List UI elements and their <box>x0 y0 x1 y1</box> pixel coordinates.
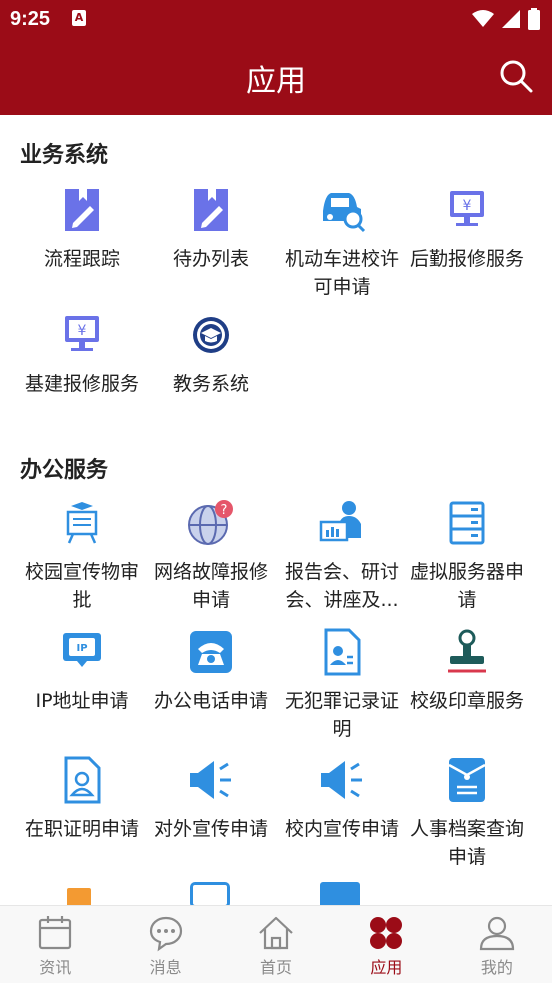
person-icon <box>479 916 514 951</box>
svg-text:IP: IP <box>76 643 87 654</box>
app-tile-employment-certificate[interactable]: 在职证明申请 <box>17 755 147 843</box>
server-icon <box>449 501 485 545</box>
app-label: 教务系统 <box>172 373 249 395</box>
search-icon[interactable] <box>498 58 534 94</box>
app-label: 校园宣传物审批 <box>24 561 139 611</box>
status-time: 9:25 <box>10 8 51 30</box>
apps-grid-icon <box>370 917 403 949</box>
partial-app-icon <box>190 882 230 905</box>
tab-label: 应用 <box>370 958 403 977</box>
pen-document-icon <box>65 189 99 231</box>
app-tile-network-repair[interactable]: ? 网络故障报修申请 <box>146 498 276 614</box>
app-label: 办公电话申请 <box>153 690 268 712</box>
chat-bubble-icon <box>149 916 182 952</box>
wifi-icon <box>472 10 494 27</box>
app-label: 待办列表 <box>172 248 249 270</box>
home-icon <box>259 916 293 950</box>
telephone-icon <box>190 631 232 673</box>
app-label: 基建报修服务 <box>24 373 139 395</box>
page-title: 应用 <box>246 64 306 99</box>
tab-label: 首页 <box>260 958 293 977</box>
monitor-yen-icon: ¥ <box>450 191 484 226</box>
app-label: 后勤报修服务 <box>409 248 524 270</box>
app-tile-logistics-repair[interactable]: ¥ 后勤报修服务 <box>402 185 532 273</box>
tab-label: 资讯 <box>39 958 72 977</box>
person-document-icon <box>64 756 101 804</box>
app-tile-lecture-application[interactable]: 报告会、研讨会、讲座及... <box>277 498 407 614</box>
bottom-tab-bar: 资讯 消息 首页 应用 我的 <box>0 905 552 983</box>
app-tile-office-phone[interactable]: 办公电话申请 <box>146 627 276 715</box>
system-indicators <box>472 8 540 30</box>
app-label: 虚拟服务器申请 <box>409 561 524 611</box>
stamp-icon <box>448 629 486 673</box>
app-label: 校级印章服务 <box>409 690 524 712</box>
partial-app-icon <box>67 888 91 905</box>
partial-app-icon <box>320 882 360 905</box>
tab-label: 消息 <box>149 958 182 977</box>
car-search-icon <box>323 193 366 233</box>
globe-question-icon: ? <box>188 500 233 545</box>
app-tile-school-seal[interactable]: 校级印章服务 <box>402 627 532 715</box>
monitor-yen-icon: ¥ <box>65 316 99 351</box>
presenter-icon <box>319 501 361 542</box>
app-tile-virtual-server[interactable]: 虚拟服务器申请 <box>402 498 532 614</box>
tab-label: 我的 <box>480 958 513 977</box>
app-label: 在职证明申请 <box>24 818 139 840</box>
app-label: IP地址申请 <box>35 690 129 712</box>
megaphone-icon <box>321 761 362 799</box>
app-label: 校内宣传申请 <box>284 818 399 840</box>
tab-news[interactable]: 资讯 <box>0 906 110 983</box>
app-tile-process-tracking[interactable]: 流程跟踪 <box>17 185 147 273</box>
section-title-office: 办公服务 <box>20 458 109 483</box>
app-tile-todo-list[interactable]: 待办列表 <box>146 185 276 273</box>
tab-messages[interactable]: 消息 <box>110 906 220 983</box>
tab-apps[interactable]: 应用 <box>331 906 441 983</box>
app-label: 机动车进校许可申请 <box>284 248 399 298</box>
app-label: 对外宣传申请 <box>153 818 268 840</box>
svg-text:¥: ¥ <box>78 323 87 339</box>
app-label: 流程跟踪 <box>43 248 120 270</box>
board-presentation-icon <box>66 502 98 544</box>
app-tile-vehicle-permit[interactable]: 机动车进校许可申请 <box>277 185 407 301</box>
app-bar: 应用 <box>0 38 552 115</box>
app-tile-construction-repair[interactable]: ¥ 基建报修服务 <box>17 310 147 398</box>
app-label: 人事档案查询申请 <box>409 818 524 868</box>
app-label: 无犯罪记录证明 <box>284 690 399 740</box>
id-document-icon <box>324 628 361 676</box>
megaphone-icon <box>190 761 231 799</box>
notification-icon: A <box>72 10 86 26</box>
status-bar: 9:25 A <box>0 0 552 38</box>
svg-text:?: ? <box>221 503 228 518</box>
battery-icon <box>528 8 540 30</box>
app-label: 报告会、研讨会、讲座及... <box>284 561 399 611</box>
app-tile-ip-address[interactable]: IP IP地址申请 <box>17 627 147 715</box>
app-tile-academic-system[interactable]: 教务系统 <box>146 310 276 398</box>
tab-home[interactable]: 首页 <box>221 906 331 983</box>
archive-envelope-icon <box>448 758 486 802</box>
signal-icon <box>502 10 520 28</box>
app-tile-campus-promo-approval[interactable]: 校园宣传物审批 <box>17 498 147 614</box>
calendar-icon <box>39 916 72 950</box>
app-tile-internal-promotion[interactable]: 校内宣传申请 <box>277 755 407 843</box>
pen-document-icon <box>194 189 228 231</box>
app-tile-no-criminal-record[interactable]: 无犯罪记录证明 <box>277 627 407 743</box>
app-tile-personnel-archive[interactable]: 人事档案查询申请 <box>402 755 532 871</box>
tab-me[interactable]: 我的 <box>442 906 552 983</box>
app-label: 网络故障报修申请 <box>153 561 268 611</box>
graduation-seal-icon <box>193 317 229 353</box>
app-tile-external-promotion[interactable]: 对外宣传申请 <box>146 755 276 843</box>
section-title-business: 业务系统 <box>20 143 109 168</box>
svg-text:¥: ¥ <box>463 198 472 214</box>
apps-content[interactable]: 业务系统 流程跟踪 待办列表 机动车进校许可申请 ¥ 后勤报修服务 ¥ 基建报修… <box>0 115 552 905</box>
ip-monitor-icon: IP <box>63 633 101 667</box>
